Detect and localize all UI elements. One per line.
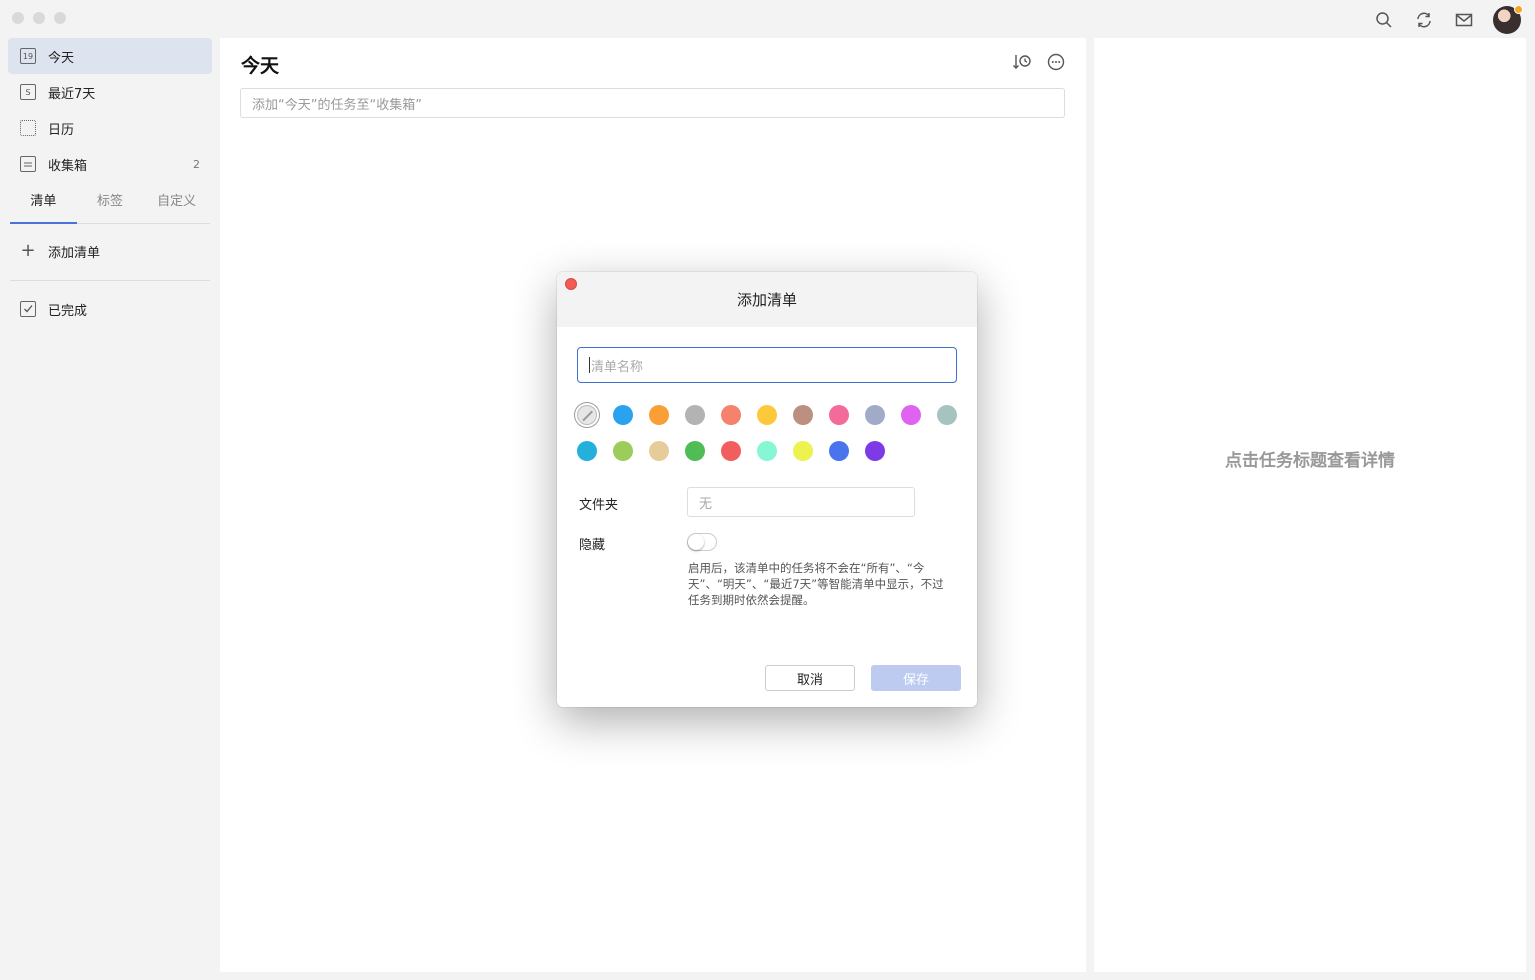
inbox-count: 2 [193, 157, 200, 171]
inbox-icon [20, 156, 36, 172]
list-name-input[interactable]: 清单名称 [577, 347, 957, 383]
color-swatch[interactable] [721, 441, 741, 461]
sync-icon[interactable] [1413, 9, 1435, 31]
window-zoom-button[interactable] [54, 12, 66, 24]
plus-icon: + [20, 240, 36, 261]
more-options-icon[interactable] [1046, 52, 1066, 72]
list-name-placeholder: 清单名称 [591, 359, 644, 375]
detail-empty-hint: 点击任务标题查看详情 [1225, 451, 1395, 471]
color-swatch[interactable] [829, 405, 849, 425]
color-swatch[interactable] [757, 441, 777, 461]
calendar-week-icon: S [20, 84, 36, 100]
color-row [577, 405, 967, 425]
search-icon[interactable] [1373, 9, 1395, 31]
color-swatch[interactable] [685, 441, 705, 461]
sidebar-item-label: 收集箱 [48, 158, 88, 174]
color-swatch[interactable] [829, 441, 849, 461]
add-list-dialog: 添加清单 清单名称 文件夹 无 隐藏 启用后，该清单中的任务将不会在“所有”、“… [557, 272, 977, 707]
cancel-button[interactable]: 取消 [765, 665, 855, 691]
calendar-grid-icon [20, 120, 36, 136]
hide-label: 隐藏 [579, 538, 606, 553]
page-title: 今天 [241, 55, 280, 77]
folder-label: 文件夹 [579, 498, 619, 513]
notification-dot [1514, 5, 1523, 14]
sidebar-item-inbox[interactable]: 收集箱 2 [8, 146, 212, 182]
sidebar-item-calendar[interactable]: 日历 [8, 110, 212, 146]
calendar-today-icon: 19 [20, 48, 36, 64]
sidebar-item-next7days[interactable]: S 最近7天 [8, 74, 212, 110]
color-swatch[interactable] [613, 405, 633, 425]
color-swatch[interactable] [793, 441, 813, 461]
sidebar-item-label: 今天 [48, 50, 75, 66]
color-swatch[interactable] [865, 405, 885, 425]
tab-custom[interactable]: 自定义 [143, 186, 210, 223]
sidebar-tabs: 清单 标签 自定义 [10, 186, 210, 224]
dialog-title: 添加清单 [736, 291, 797, 309]
sidebar-item-completed[interactable]: 已完成 [8, 291, 212, 327]
sidebar-item-label: 日历 [48, 122, 75, 138]
checkbox-checked-icon [20, 301, 36, 317]
add-list-button[interactable]: + 添加清单 [8, 234, 212, 268]
sidebar-item-label: 最近7天 [48, 86, 96, 102]
sidebar-item-label: 已完成 [48, 303, 88, 319]
color-swatch[interactable] [649, 441, 669, 461]
window-close-button[interactable] [12, 12, 24, 24]
save-button[interactable]: 保存 [871, 665, 961, 691]
color-swatch[interactable] [577, 441, 597, 461]
sort-by-time-icon[interactable] [1012, 52, 1032, 72]
mail-icon[interactable] [1453, 9, 1475, 31]
text-caret [589, 357, 590, 373]
color-swatch[interactable] [757, 405, 777, 425]
window-controls [12, 12, 66, 24]
sidebar-item-today[interactable]: 19 今天 [8, 38, 212, 74]
tab-lists[interactable]: 清单 [10, 186, 77, 224]
main-actions [1012, 52, 1066, 72]
hide-description: 启用后，该清单中的任务将不会在“所有”、“今天”、“明天”、“最近7天”等智能清… [688, 561, 944, 607]
add-list-label: 添加清单 [48, 245, 101, 261]
color-swatch[interactable] [937, 405, 957, 425]
task-detail-panel: 点击任务标题查看详情 [1094, 38, 1526, 972]
dialog-header: 添加清单 [557, 272, 977, 327]
sidebar: 19 今天 S 最近7天 日历 收集箱 2 清单 标签 自定义 + 添加清单 已… [0, 36, 220, 980]
quick-add-input[interactable]: 添加“今天”的任务至“收集箱” [240, 88, 1065, 118]
color-swatch[interactable] [685, 405, 705, 425]
color-swatch[interactable] [613, 441, 633, 461]
color-swatch[interactable] [721, 405, 741, 425]
color-row [577, 441, 967, 461]
color-swatch[interactable] [901, 405, 921, 425]
avatar[interactable] [1493, 5, 1523, 34]
color-swatch[interactable] [865, 441, 885, 461]
color-picker [577, 405, 967, 477]
color-swatch-none[interactable] [577, 405, 597, 425]
toolbar [1373, 5, 1523, 34]
sidebar-divider [10, 280, 210, 281]
folder-select[interactable]: 无 [687, 487, 915, 517]
tab-tags[interactable]: 标签 [77, 186, 144, 223]
hide-toggle[interactable] [687, 533, 717, 551]
window-minimize-button[interactable] [33, 12, 45, 24]
color-swatch[interactable] [649, 405, 669, 425]
color-swatch[interactable] [793, 405, 813, 425]
